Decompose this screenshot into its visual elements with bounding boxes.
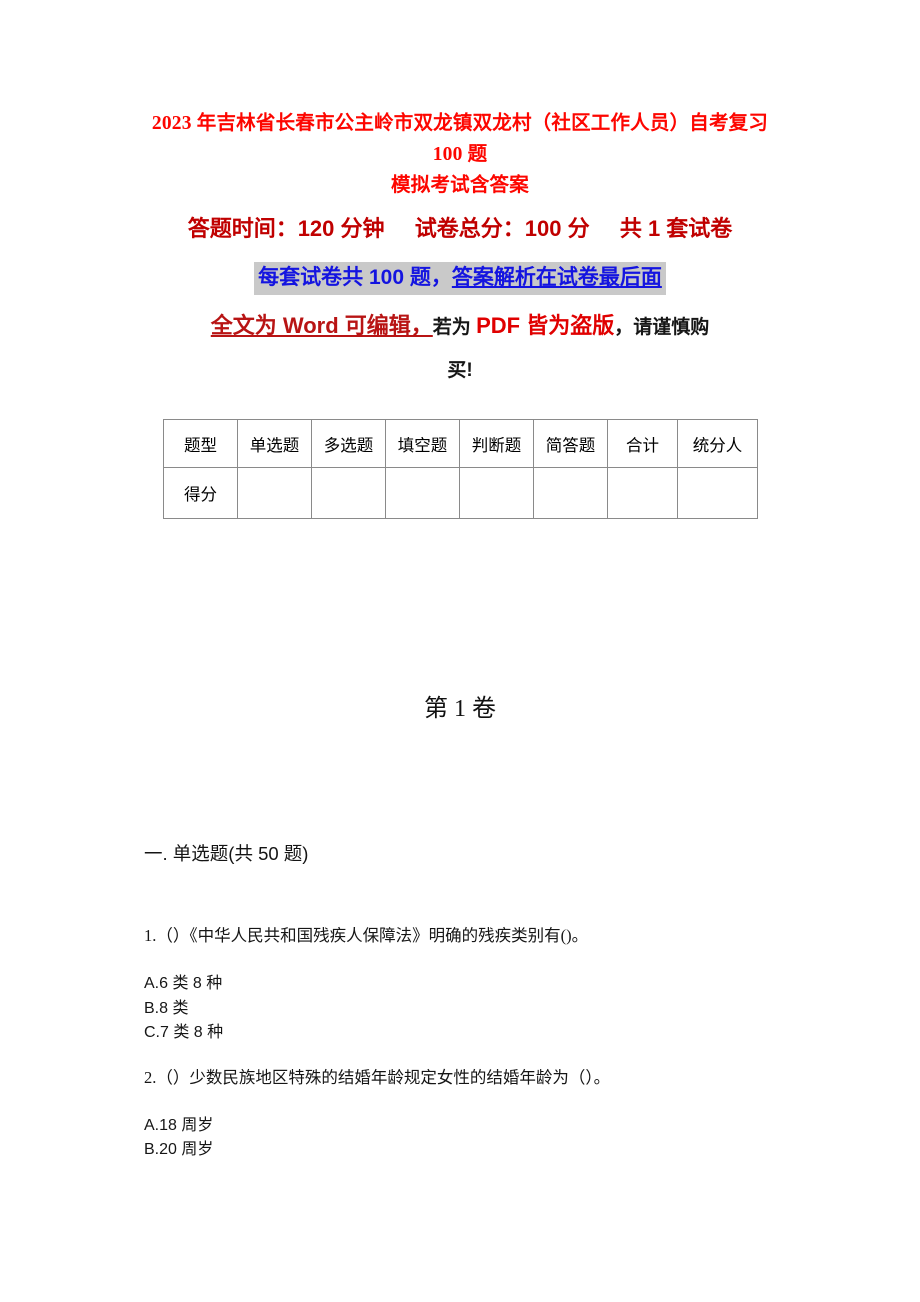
score-table-cell[interactable]	[677, 467, 758, 519]
score-table-header-cell: 多选题	[311, 419, 386, 468]
piracy-notice-last-line: 买!	[447, 360, 473, 381]
score-table-cell[interactable]	[385, 467, 460, 519]
question-option[interactable]: C.7 类 8 种	[144, 1021, 784, 1046]
question-item: 1.（）《中华人民共和国残疾人保障法》明确的残疾类别有()。 A.6 类 8 种…	[144, 923, 784, 1046]
score-table-header-cell: 单选题	[237, 419, 312, 468]
question-item: 2.（）少数民族地区特殊的结婚年龄规定女性的结婚年龄为（）。 A.18 周岁 B…	[144, 1065, 784, 1163]
score-table-row: 得分	[163, 467, 758, 519]
document-page: 2023 年吉林省长春市公主岭市双龙镇双龙村（社区工作人员）自考复习 100 题…	[0, 0, 920, 1302]
question-list: 1.（）《中华人民共和国残疾人保障法》明确的残疾类别有()。 A.6 类 8 种…	[144, 923, 784, 1182]
exam-paper-count-label: 共 1 套试卷	[619, 216, 733, 241]
score-table-cell[interactable]	[533, 467, 608, 519]
score-table-row-label: 得分	[163, 467, 238, 519]
page-title-line-2: 模拟考试含答案	[391, 175, 529, 196]
question-stem: 1.（）《中华人民共和国残疾人保障法》明确的残疾类别有()。	[144, 926, 589, 945]
exam-total-score-label: 试卷总分：100 分	[414, 216, 590, 241]
word-editable-notice: 全文为 Word 可编辑，	[210, 313, 433, 338]
page-title-line-1: 2023 年吉林省长春市公主岭市双龙镇双龙村（社区工作人员）自考复习 100 题	[151, 113, 769, 165]
score-table-header-cell: 统分人	[677, 419, 758, 468]
piracy-notice-line: 全文为 Word 可编辑，若为 PDF 皆为盗版，请谨慎购	[145, 309, 775, 345]
question-option[interactable]: A.6 类 8 种	[144, 972, 784, 997]
question-option[interactable]: B.20 周岁	[144, 1138, 784, 1163]
answer-location-notice: 每套试卷共 100 题，答案解析在试卷最后面	[254, 262, 666, 295]
score-table-cell[interactable]	[311, 467, 386, 519]
section-heading-single-choice: 一. 单选题(共 50 题)	[144, 843, 309, 864]
piracy-notice-if: 若为	[432, 317, 477, 338]
score-table-header-cell: 题型	[163, 419, 238, 468]
question-option[interactable]: A.18 周岁	[144, 1114, 784, 1139]
score-table-header-cell: 合计	[607, 419, 678, 468]
piracy-notice-tail: ，请谨慎购	[614, 317, 710, 338]
exam-duration-label: 答题时间：120 分钟	[187, 216, 385, 241]
volume-heading: 第 1 卷	[424, 696, 496, 722]
score-table-cell[interactable]	[607, 467, 678, 519]
score-table-cell[interactable]	[459, 467, 534, 519]
answer-location-underlined: 答案解析在试卷最后面	[451, 266, 662, 289]
answer-location-plain: 每套试卷共 100 题，	[258, 266, 452, 289]
page-title: 2023 年吉林省长春市公主岭市双龙镇双龙村（社区工作人员）自考复习 100 题…	[145, 108, 775, 201]
question-option[interactable]: B.8 类	[144, 997, 784, 1022]
exam-meta-line: 答题时间：120 分钟 试卷总分：100 分 共 1 套试卷	[145, 213, 775, 245]
piracy-notice-pdf: PDF 皆为盗版	[476, 313, 615, 338]
question-stem: 2.（）少数民族地区特殊的结婚年龄规定女性的结婚年龄为（）。	[144, 1067, 611, 1087]
score-table-header-cell: 简答题	[533, 419, 608, 468]
score-table: 题型 单选题 多选题 填空题 判断题 简答题 合计 统分人 得分	[163, 419, 758, 519]
score-table-cell[interactable]	[237, 467, 312, 519]
answer-location-notice-wrap: 每套试卷共 100 题，答案解析在试卷最后面	[145, 262, 775, 295]
score-table-header-row: 题型 单选题 多选题 填空题 判断题 简答题 合计 统分人	[163, 419, 758, 468]
score-table-header-cell: 填空题	[385, 419, 460, 468]
score-table-header-cell: 判断题	[459, 419, 534, 468]
